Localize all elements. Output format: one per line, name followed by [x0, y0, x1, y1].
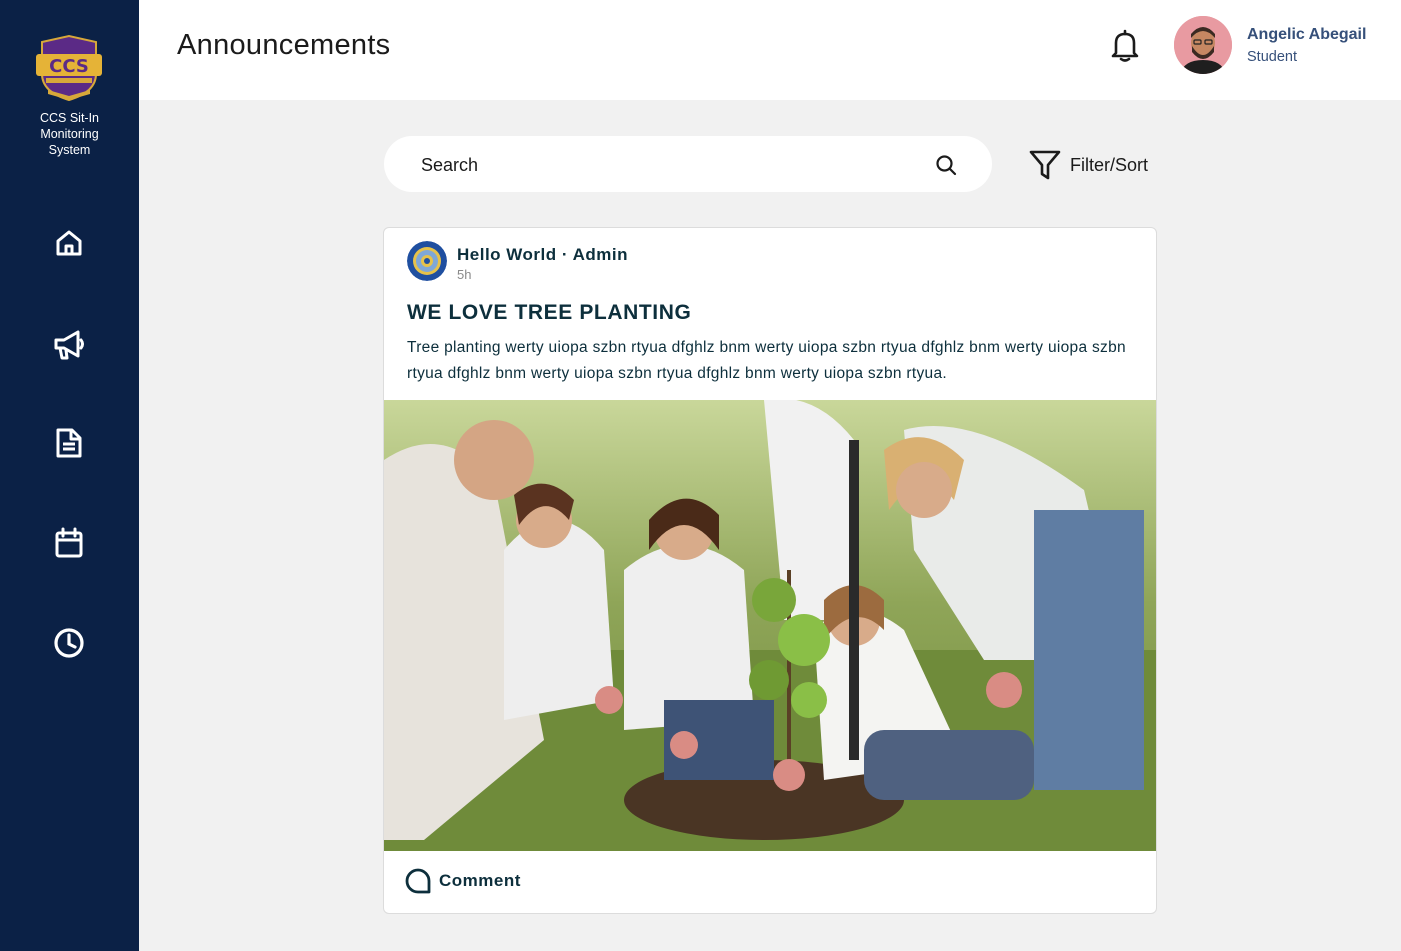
- post-author: Hello World · Admin: [457, 245, 628, 264]
- post-body: Tree planting werty uiopa szbn rtyua dfg…: [407, 339, 1126, 382]
- brand-line: CCS Sit-In: [39, 111, 100, 125]
- brand-line: System: [48, 143, 91, 157]
- home-icon: [56, 230, 82, 256]
- post-title: WE LOVE TREE PLANTING: [407, 301, 692, 324]
- user-avatar[interactable]: [1174, 16, 1232, 74]
- search-input[interactable]: [421, 153, 921, 177]
- announcement-card: Hello World · Admin 5h WE LOVE TREE PLAN…: [383, 227, 1157, 914]
- ccs-logo: CCS: [36, 34, 102, 102]
- brand-line: Monitoring: [40, 127, 99, 141]
- sidebar: CCS CCS Sit-In Monitoring System: [0, 0, 139, 951]
- comment-icon: [405, 868, 431, 894]
- brand-name: CCS Sit-In Monitoring System: [0, 110, 139, 158]
- document-icon: [56, 428, 82, 458]
- admin-avatar: [407, 241, 447, 281]
- filter-sort-label: Filter/Sort: [1070, 154, 1149, 175]
- user-role: Student: [1247, 49, 1297, 65]
- nav-reports[interactable]: [50, 424, 88, 462]
- filter-icon: [1029, 150, 1061, 180]
- nav-announcements[interactable]: [50, 326, 88, 364]
- comment-label: Comment: [439, 871, 521, 890]
- comment-button[interactable]: Comment: [405, 868, 521, 894]
- svg-text:CCS: CCS: [49, 56, 89, 77]
- user-name[interactable]: Angelic Abegail: [1247, 26, 1366, 44]
- post-timestamp: 5h: [457, 267, 472, 282]
- top-header: Announcements Angelic Abegail Student: [139, 0, 1401, 100]
- filter-sort-button[interactable]: Filter/Sort: [1028, 148, 1148, 182]
- calendar-icon: [55, 527, 83, 558]
- page-title: Announcements: [177, 29, 391, 61]
- nav-home[interactable]: [50, 224, 88, 262]
- megaphone-icon: [54, 330, 84, 360]
- nav-calendar[interactable]: [50, 524, 88, 562]
- nav-history[interactable]: [50, 624, 88, 662]
- bell-icon[interactable]: [1109, 29, 1141, 63]
- post-image: [384, 400, 1156, 851]
- clock-icon: [54, 628, 84, 658]
- search-icon[interactable]: [935, 154, 957, 176]
- search-bar: [384, 136, 992, 192]
